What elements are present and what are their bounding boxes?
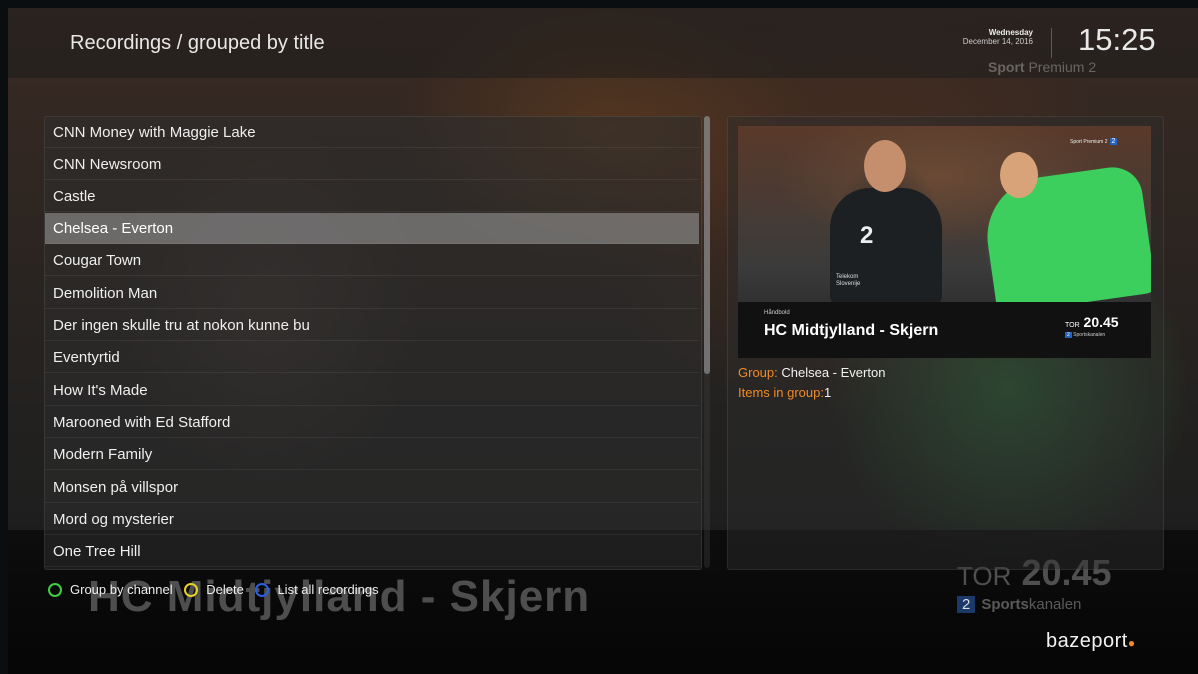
hint-label: Delete [206,582,244,597]
header-channel-rest: Premium 2 [1024,59,1097,75]
list-item[interactable]: Mord og mysterier [45,504,699,535]
green-button-icon [48,582,62,597]
thumbnail-channel-logo: Sport Premium 22 [1070,138,1118,145]
thumbnail-channel: 2 Sportskanalen [1065,332,1105,338]
list-item[interactable]: Eventyrtid [45,342,699,373]
thumbnail-logo-text: Sport Premium 2 [1070,139,1108,145]
thumbnail-time: TOR 20.45 [1065,314,1119,330]
thumbnail-caption: Håndbold HC Midtjylland - Skjern TOR 20.… [738,302,1151,358]
page-title: Recordings / grouped by title [70,32,325,54]
clock-time: 15:25 [1078,22,1156,57]
thumbnail-channel-name: Sportskanalen [1073,332,1106,338]
thumbnail-player-head [1000,152,1038,198]
thumbnail-sponsor: Telekom Slovenije [836,274,860,287]
brand-logo: bazeport● [1046,630,1136,653]
detail-items-label: Items in group: [738,385,824,400]
background-channel-number: 2 [957,596,976,613]
brand-name: bazeport [1046,630,1128,652]
list-item[interactable]: One Tree Hill [45,536,699,567]
list-item[interactable]: Monsen på villspor [45,472,699,503]
list-item[interactable]: Demolition Man [45,278,699,309]
hint-label: List all recordings [277,582,379,597]
background-channel: 2 Sportskanalen [957,596,1081,613]
thumbnail-time-value: 20.45 [1083,314,1119,330]
yellow-button-icon [184,582,199,597]
clock-date: Wednesday December 14, 2016 [962,28,1033,47]
list-item[interactable]: How It's Made [45,375,699,406]
thumbnail-channel-number: 2 [1065,332,1072,338]
list-scrollbar-thumb[interactable] [704,116,710,374]
list-item[interactable]: CNN Money with Maggie Lake [45,117,699,148]
thumbnail-logo-number: 2 [1109,138,1118,145]
detail-group-label: Group: [738,365,778,380]
thumbnail-player-dark: 2 [830,188,942,306]
list-item[interactable]: Der ingen skulle tru at nokon kunne bu [45,310,699,341]
header-channel-bold: Sport [988,59,1025,75]
header-channel-logo: Sport Premium 2 [988,59,1096,75]
list-item[interactable]: Cougar Town [45,245,699,276]
background-channel-bold: Sports [981,596,1029,613]
color-key-hints: Group by channel Delete List all recordi… [48,582,387,600]
hint-list-all-recordings[interactable]: List all recordings [255,582,379,597]
brand-dot-icon: ● [1127,636,1136,650]
thumbnail-day: TOR [1065,322,1080,329]
thumbnail-title: HC Midtjylland - Skjern [764,322,939,339]
detail-items: Items in group:1 [738,385,831,400]
thumbnail-sport: Håndbold [764,310,790,316]
thumbnail-sponsor-line2: Slovenije [836,280,861,287]
hint-group-by-channel[interactable]: Group by channel [48,582,173,597]
hint-label: Group by channel [70,582,173,597]
clock-date-value: December 14, 2016 [962,36,1033,46]
list-item[interactable]: Marooned with Ed Stafford [45,407,699,438]
detail-group: Group: Chelsea - Everton [738,365,885,380]
thumbnail-jersey-number: 2 [860,222,874,249]
hint-delete[interactable]: Delete [184,582,244,597]
detail-items-value: 1 [824,385,832,400]
recording-thumbnail: 2 Telekom Slovenije Sport Premium 22 Hån… [738,126,1151,358]
thumbnail-sponsor-line1: Telekom [836,274,859,280]
blue-button-icon [255,582,270,597]
list-scrollbar[interactable] [704,116,710,568]
detail-group-value: Chelsea - Everton [781,365,886,380]
header-bar: Recordings / grouped by title Wednesday … [8,8,1198,78]
clock-divider [1051,28,1052,58]
list-item[interactable]: Modern Family [45,439,699,470]
list-item-selected[interactable]: Chelsea - Everton [45,213,699,244]
list-item[interactable]: Castle [45,181,699,212]
thumbnail-player-head [864,140,906,192]
list-item[interactable]: CNN Newsroom [45,149,699,180]
recordings-list[interactable]: CNN Money with Maggie Lake CNN Newsroom … [44,116,702,570]
background-channel-rest: kanalen [1028,596,1082,613]
